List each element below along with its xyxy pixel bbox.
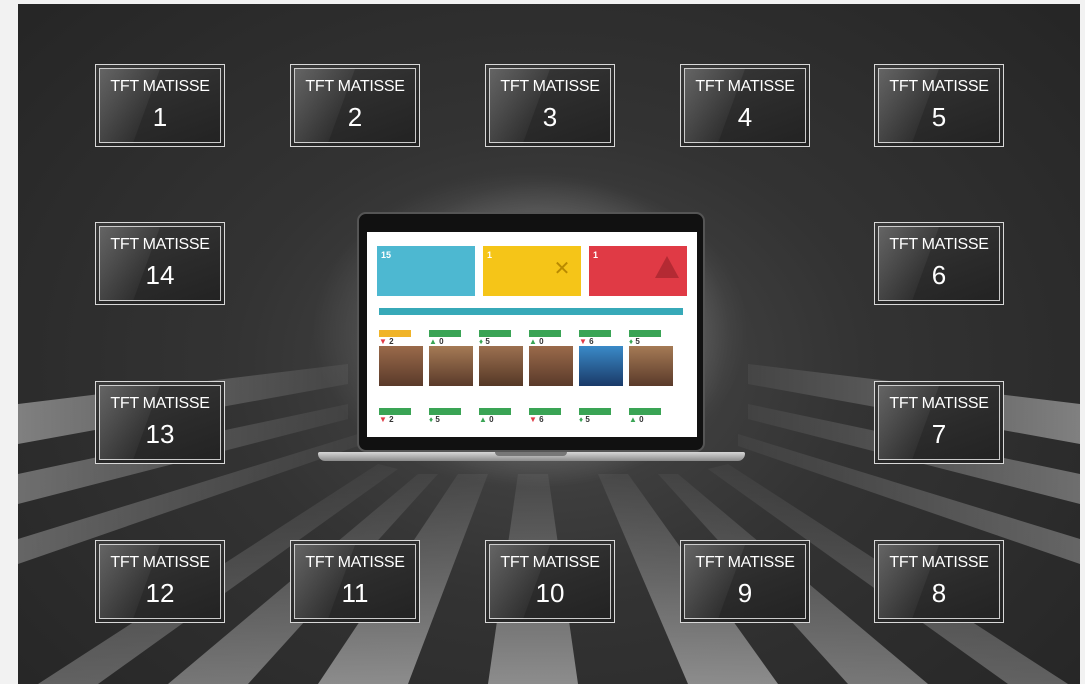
tile-number: 11 — [341, 578, 369, 608]
tile-number: 10 — [535, 578, 565, 608]
screen-tile-value: ♦ 5 — [429, 415, 440, 424]
tile-tft-matisse-1[interactable]: TFT MATISSE 1 — [95, 64, 225, 147]
tile-tft-matisse-13[interactable]: TFT MATISSE 13 — [95, 381, 225, 464]
screen-tile-value: ▲ 0 — [629, 415, 644, 424]
tile-label: TFT MATISSE — [889, 554, 989, 571]
tile-label: TFT MATISSE — [110, 236, 210, 253]
card-value: 1 — [593, 250, 599, 260]
screen-tile-value: ▼ 6 — [529, 415, 544, 424]
tile-label: TFT MATISSE — [695, 554, 795, 571]
tile-number: 6 — [931, 260, 947, 290]
status-badge — [579, 408, 611, 415]
screen-thumbnail — [379, 346, 423, 386]
screen-tile-value: ▼ 6 — [579, 337, 594, 346]
tile-label: TFT MATISSE — [305, 78, 405, 95]
tile-tft-matisse-3[interactable]: TFT MATISSE 3 — [485, 64, 615, 147]
tile-label: TFT MATISSE — [889, 236, 989, 253]
screen-thumbnail — [479, 346, 523, 386]
tile-label: TFT MATISSE — [110, 395, 210, 412]
tile-tft-matisse-14[interactable]: TFT MATISSE 14 — [95, 222, 225, 305]
screen-tile-value: ♦ 5 — [629, 337, 640, 346]
card-value: 15 — [381, 250, 392, 260]
screen-tile: ▼ 6 — [579, 330, 623, 386]
tile-number: 7 — [931, 419, 947, 449]
screen-tile: ▲ 0 — [629, 408, 673, 424]
screen-tile-value: ▲ 0 — [529, 337, 544, 346]
tile-tft-matisse-10[interactable]: TFT MATISSE 10 — [485, 540, 615, 623]
screen-thumbnail — [629, 346, 673, 386]
card-value: 1 — [487, 250, 493, 260]
laptop-notch — [495, 452, 567, 456]
screen-tile: ▲ 0 — [429, 330, 473, 386]
tile-tft-matisse-2[interactable]: TFT MATISSE 2 — [290, 64, 420, 147]
screen-tile-value: ▲ 0 — [479, 415, 494, 424]
summary-card-blue: 15 — [377, 246, 475, 296]
screen-tile: ♦ 5 — [629, 330, 673, 386]
summary-card-red: 1 — [589, 246, 687, 296]
tile-number: 9 — [737, 578, 753, 608]
screen-tile-value: ♦ 5 — [479, 337, 490, 346]
screen-tile: ▲ 0 — [529, 330, 573, 386]
screen-tile-value: ▲ 0 — [429, 337, 444, 346]
tile-number: 5 — [931, 102, 947, 132]
tile-label: TFT MATISSE — [500, 554, 600, 571]
tile-number: 1 — [152, 102, 168, 132]
screen-thumbnail — [529, 346, 573, 386]
warning-icon — [655, 256, 679, 278]
tile-tft-matisse-7[interactable]: TFT MATISSE 7 — [874, 381, 1004, 464]
screen-thumbnail — [429, 346, 473, 386]
status-badge — [629, 330, 661, 337]
status-badge — [379, 408, 411, 415]
tile-number: 4 — [737, 102, 753, 132]
screen-tile: ▲ 0 — [479, 408, 523, 424]
screen-tile: ▼ 6 — [529, 408, 573, 424]
tile-tft-matisse-6[interactable]: TFT MATISSE 6 — [874, 222, 1004, 305]
tile-number: 12 — [145, 578, 175, 608]
tile-number: 13 — [145, 419, 175, 449]
tile-number: 3 — [542, 102, 558, 132]
screen-tile: ▼ 2 — [379, 408, 423, 424]
tile-number: 8 — [931, 578, 947, 608]
laptop-screen-dashboard: 15 1 ✕ 1 ▼ 2 ▲ 0 ♦ 5 ▲ 0 ▼ 6 ♦ 5 ▼ 2 ♦ 5… — [367, 232, 697, 437]
tile-tft-matisse-8[interactable]: TFT MATISSE 8 — [874, 540, 1004, 623]
tile-label: TFT MATISSE — [500, 78, 600, 95]
status-badge — [479, 330, 511, 337]
tile-tft-matisse-5[interactable]: TFT MATISSE 5 — [874, 64, 1004, 147]
tile-tft-matisse-11[interactable]: TFT MATISSE 11 — [290, 540, 420, 623]
status-badge — [379, 330, 411, 337]
tile-number: 2 — [347, 102, 363, 132]
screen-thumbnail — [579, 346, 623, 386]
screen-tile-value: ▼ 2 — [379, 337, 394, 346]
status-badge — [429, 330, 461, 337]
screen-tile: ♦ 5 — [579, 408, 623, 424]
status-badge — [429, 408, 461, 415]
tile-label: TFT MATISSE — [110, 78, 210, 95]
screen-tile: ▼ 2 — [379, 330, 423, 386]
status-badge — [529, 408, 561, 415]
tile-tft-matisse-4[interactable]: TFT MATISSE 4 — [680, 64, 810, 147]
screen-tile: ♦ 5 — [479, 330, 523, 386]
tile-label: TFT MATISSE — [695, 78, 795, 95]
summary-card-yellow: 1 ✕ — [483, 246, 581, 296]
screen-tile: ♦ 5 — [429, 408, 473, 424]
status-badge — [529, 330, 561, 337]
tile-label: TFT MATISSE — [889, 395, 989, 412]
tile-label: TFT MATISSE — [889, 78, 989, 95]
status-badge — [479, 408, 511, 415]
tile-label: TFT MATISSE — [110, 554, 210, 571]
tools-icon: ✕ — [553, 258, 571, 280]
screen-tile-value: ♦ 5 — [579, 415, 590, 424]
tile-number: 14 — [145, 260, 175, 290]
screen-tile-value: ▼ 2 — [379, 415, 394, 424]
section-bar — [379, 308, 683, 315]
tile-tft-matisse-9[interactable]: TFT MATISSE 9 — [680, 540, 810, 623]
tile-label: TFT MATISSE — [305, 554, 405, 571]
status-badge — [579, 330, 611, 337]
tile-tft-matisse-12[interactable]: TFT MATISSE 12 — [95, 540, 225, 623]
status-badge — [629, 408, 661, 415]
